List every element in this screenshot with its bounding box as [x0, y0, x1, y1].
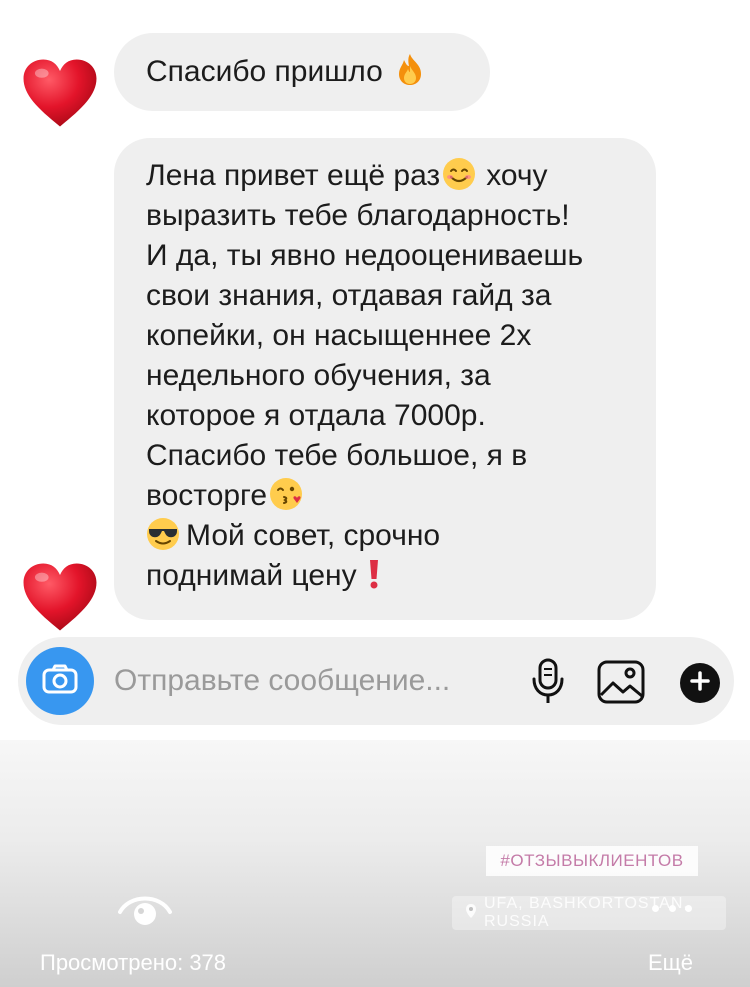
smiling-face-emoji-icon	[442, 157, 476, 191]
message-line: восторге	[146, 476, 636, 516]
message-line: Лена привет ещё раз хочу	[146, 157, 548, 192]
message-composer	[18, 637, 734, 725]
location-pin-icon	[466, 903, 476, 923]
message-line: поднимай цену	[146, 556, 636, 596]
message-bubble[interactable]: Лена привет ещё раз хочу выразить тебе б…	[114, 138, 656, 620]
message-line: И да, ты явно недооцениваешь	[146, 239, 584, 272]
message-line: копейки, он насыщеннее 2х	[146, 319, 532, 352]
message-line: которое я отдала 7000р.	[146, 399, 486, 432]
red-heart-icon	[22, 58, 98, 128]
plus-button[interactable]	[680, 663, 720, 703]
red-heart-icon	[22, 562, 98, 632]
more-button[interactable]: Ещё	[648, 950, 693, 976]
gallery-icon[interactable]	[596, 659, 646, 705]
camera-icon	[42, 664, 78, 699]
mic-icon[interactable]	[528, 657, 568, 707]
chat-thread: Спасибо пришло Лена привет ещё раз хочу	[0, 0, 750, 740]
message-line: Спасибо тебе большое, я в	[146, 439, 528, 472]
message-input[interactable]	[114, 659, 504, 703]
eye-icon[interactable]	[116, 888, 174, 928]
fire-emoji-icon	[395, 52, 425, 86]
message-line: недельного обучения, за	[146, 359, 491, 392]
more-options-icon[interactable]	[652, 898, 692, 918]
message-text: Спасибо пришло	[146, 55, 383, 88]
message-line: свои знания, отдавая гайд за	[146, 279, 552, 312]
views-count[interactable]: Просмотрено: 378	[40, 950, 226, 976]
plus-icon	[690, 670, 710, 696]
hashtag-sticker[interactable]: #ОТЗЫВЫКЛИЕНТОВ	[486, 846, 698, 876]
message-line: Мой совет, срочно	[146, 516, 636, 556]
sunglasses-face-emoji-icon	[146, 517, 180, 551]
camera-button[interactable]	[26, 647, 94, 715]
face-blowing-kiss-emoji-icon	[269, 477, 303, 511]
message-line: выразить тебе благодарность!	[146, 199, 570, 232]
message-bubble[interactable]: Спасибо пришло	[114, 33, 490, 111]
exclamation-mark-emoji-icon	[367, 558, 381, 590]
